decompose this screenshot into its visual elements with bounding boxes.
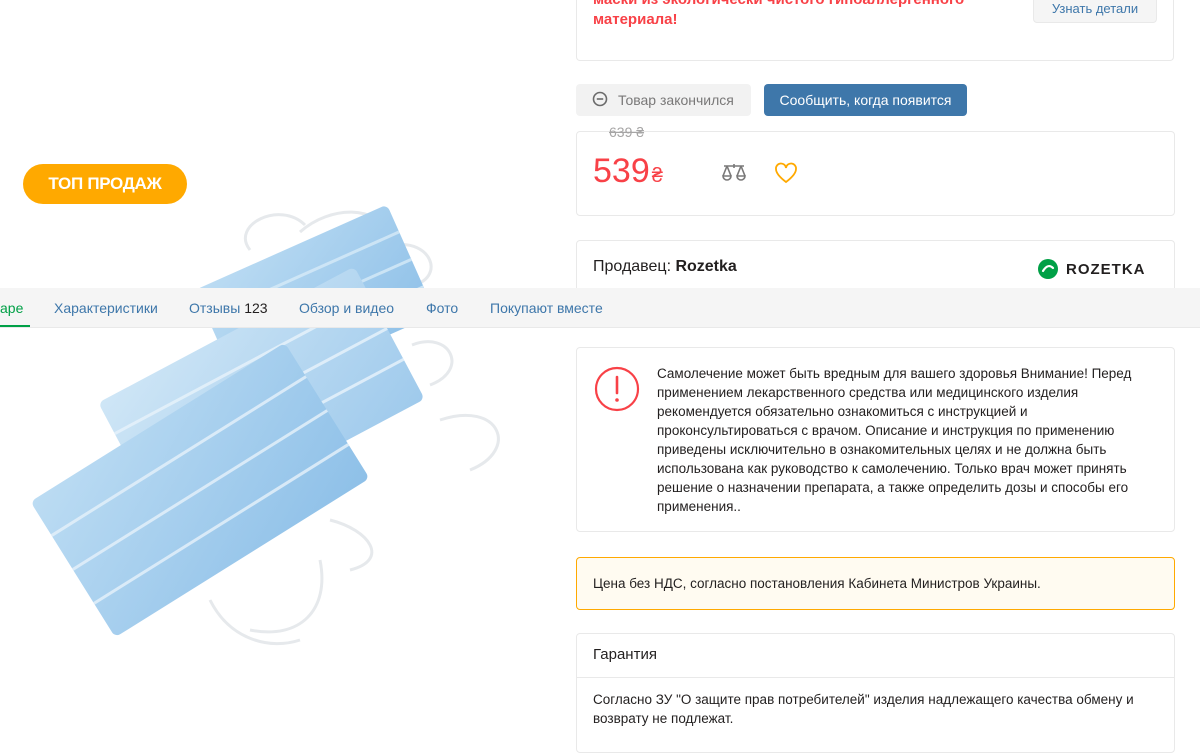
price-card (576, 131, 1175, 216)
vat-note: Цена без НДС, согласно постановления Каб… (576, 557, 1175, 610)
seller-name[interactable]: Rozetka (675, 258, 736, 275)
tab-bought-together[interactable]: Покупают вместе (490, 300, 603, 316)
status-label: Товар закончился (618, 92, 734, 108)
old-price: 639 ₴ (609, 124, 645, 140)
warranty-title: Гарантия (593, 646, 657, 663)
promo-title: маски из экологически чистого гипоаллерг… (593, 0, 964, 28)
warranty-divider (577, 677, 1174, 678)
tab-reviews-count: 123 (244, 300, 268, 316)
vat-note-text: Цена без НДС, согласно постановления Каб… (593, 576, 1041, 591)
active-tab-underline (0, 325, 30, 327)
seller-logo-text: ROZETKA (1066, 260, 1146, 278)
warning-exclamation-icon (593, 365, 641, 413)
seller-info: Продавец: Rozetka (593, 258, 737, 276)
status-minus-icon (592, 91, 608, 110)
tab-review-video[interactable]: Обзор и видео (299, 300, 394, 316)
notify-when-available-button[interactable]: Сообщить, когда появится (764, 84, 967, 116)
out-of-stock-status: Товар закончился (576, 84, 751, 116)
compare-icon[interactable] (720, 162, 748, 186)
tab-photo[interactable]: Фото (426, 300, 458, 316)
warranty-text: Согласно ЗУ "О защите прав потребителей"… (593, 692, 1134, 726)
price-value: 539 (593, 152, 650, 190)
product-image[interactable] (0, 0, 560, 736)
details-button[interactable]: Узнать детали (1033, 0, 1157, 23)
tab-reviews-label: Отзывы (189, 300, 241, 316)
seller-logo: ROZETKA (1038, 259, 1146, 279)
tab-characteristics[interactable]: Характеристики (54, 300, 158, 316)
rozetka-logo-icon (1038, 259, 1058, 279)
warning-text: Самолечение может быть вредным для вашег… (657, 366, 1132, 514)
current-price: 539 ₴ (593, 152, 663, 191)
top-sales-badge: ТОП ПРОДАЖ (23, 164, 187, 204)
seller-label: Продавец: (593, 258, 676, 275)
tab-all-about-product[interactable]: аре (0, 300, 23, 316)
price-currency: ₴ (651, 165, 663, 187)
wishlist-heart-icon[interactable] (774, 162, 798, 184)
tab-reviews[interactable]: Отзывы 123 (189, 300, 268, 316)
